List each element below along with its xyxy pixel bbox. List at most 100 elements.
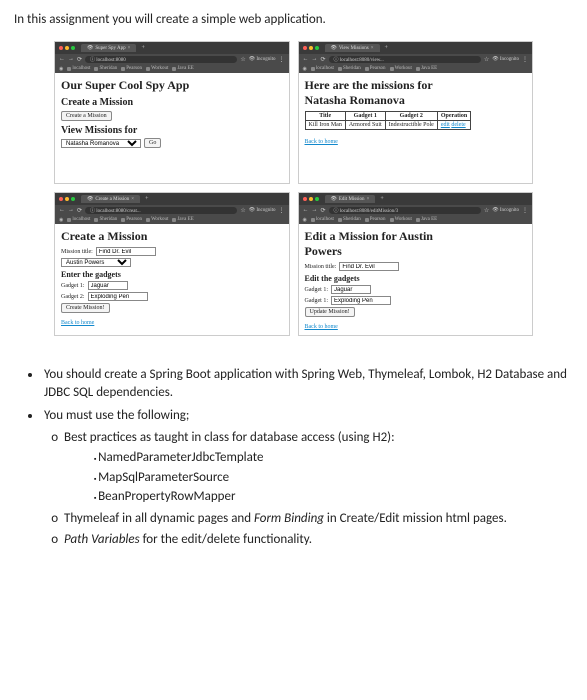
bookmark-item: localhost [311,217,334,222]
bookmark-item: localhost [67,66,90,71]
cell-gadget2: Indestructible Pole [385,121,437,130]
maximize-icon [315,46,319,50]
nav-back-icon: ← [59,207,65,213]
bookmarks-bar: ◉ localhost Sheridan Pearson Workout Jav… [55,64,289,73]
nav-forward-icon: → [68,56,74,62]
screenshot-view-missions: 👁 View Missions × + ← → ⟳ ⓘ localhost:80… [298,41,534,184]
tab-title: Create a Mission [95,197,129,202]
address-bar: ← → ⟳ ⓘ localhost:8080/creat... ☆ 👁 Inco… [55,205,289,215]
bookmark-item: Java EE [172,66,193,71]
incognito-badge: 👁 Incognito [492,56,519,62]
sub-list: Best practices as taught in class for da… [64,429,573,549]
incognito-icon: 👁 [331,196,337,202]
list-item: You must use the following; Best practic… [42,407,573,549]
list-item: BeanPropertyRowMapper [94,488,573,506]
bookmark-item: localhost [67,217,90,222]
edit-link[interactable]: edit [441,122,450,128]
browser-tab: 👁 Edit Mission × [325,195,376,203]
page-content: Create a Mission Mission title: Austin P… [55,224,289,334]
gadget1-label: Gadget 1: [305,287,329,293]
bookmark-item: Sheridan [338,66,361,71]
menu-icon: ⋮ [522,56,528,63]
gadget2-input[interactable] [88,292,148,301]
back-link[interactable]: Back to home [61,320,94,326]
gadget2-label: Gadget 2: [61,294,85,300]
tab-title: Super Spy App [95,46,125,51]
close-icon [59,197,63,201]
minimize-icon [65,197,69,201]
window-titlebar: 👁 Create a Mission × + [55,193,289,205]
page-content: Edit a Mission for AustinPowers Mission … [299,224,533,335]
bookmark-item: Sheridan [94,217,117,222]
apps-icon: ◉ [303,217,307,223]
page-content: Our Super Cool Spy App Create a Mission … [55,73,289,183]
nav-back-icon: ← [303,207,309,213]
update-button[interactable]: Update Mission! [305,307,355,317]
go-button[interactable]: Go [144,138,161,148]
agent-select[interactable]: Austin Powers [61,258,131,267]
create-button[interactable]: Create Mission! [61,303,110,313]
list-item: Thymeleaf in all dynamic pages and Form … [64,510,573,528]
gadget1-input[interactable] [88,281,128,290]
address-bar: ← → ⟳ ⓘ localhost:8080/view... ☆ 👁 Incog… [299,54,533,64]
list-item: NamedParameterJdbcTemplate [94,449,573,467]
incognito-icon: 👁 [87,196,93,202]
mission-title-input[interactable] [339,262,399,271]
bookmark-item: Pearson [121,66,142,71]
window-titlebar: 👁 Edit Mission × + [299,193,533,205]
mission-title-label: Mission title: [61,249,93,255]
bookmarks-bar: ◉ localhost Sheridan Pearson Workout Jav… [55,215,289,224]
mission-title-input[interactable] [96,247,156,256]
th-operation: Operation [437,112,470,121]
new-tab-icon: + [141,45,144,51]
list-item: MapSqlParameterSource [94,469,573,487]
th-gadget1: Gadget 1 [345,112,385,121]
bookmark-item: Pearson [121,217,142,222]
close-icon [59,46,63,50]
window-titlebar: 👁 View Missions × + [299,42,533,54]
nav-forward-icon: → [312,56,318,62]
menu-icon: ⋮ [279,56,285,63]
requirements-list: You should create a Spring Boot applicat… [42,366,573,549]
gadget1-input[interactable] [331,285,371,294]
menu-icon: ⋮ [522,207,528,214]
back-link[interactable]: Back to home [305,139,338,145]
section-heading: View Missions for [61,125,283,136]
bookmark-item: Workout [390,217,412,222]
page-title: Create a Mission [61,229,283,244]
bookmark-item: Java EE [172,217,193,222]
maximize-icon [71,46,75,50]
bookmarks-bar: ◉ localhost Sheridan Pearson Workout Jav… [299,64,533,73]
close-icon [303,197,307,201]
minimize-icon [65,46,69,50]
list-item: Best practices as taught in class for da… [64,429,573,506]
gadgets-heading: Enter the gadgets [61,270,283,279]
delete-link[interactable]: delete [451,122,465,128]
cell-operation: edit delete [437,121,470,130]
screenshot-edit-mission: 👁 Edit Mission × + ← → ⟳ ⓘ localhost:808… [298,192,534,336]
new-tab-icon: + [385,45,388,51]
nav-back-icon: ← [59,56,65,62]
bookmark-item: Java EE [416,217,437,222]
url-field: ⓘ localhost:8080/view... [329,56,481,63]
minimize-icon [309,46,313,50]
create-mission-button[interactable]: Create a Mission [61,111,112,121]
agent-select[interactable]: Natasha Romanova [61,139,141,148]
nav-back-icon: ← [303,56,309,62]
close-icon [303,46,307,50]
page-title: Our Super Cool Spy App [61,78,283,93]
star-icon: ☆ [484,56,489,63]
apps-icon: ◉ [59,217,63,223]
reload-icon: ⟳ [77,56,82,63]
table-header-row: Title Gadget 1 Gadget 2 Operation [305,112,471,121]
maximize-icon [315,197,319,201]
gadget2-input[interactable] [331,296,391,305]
new-tab-icon: + [145,196,148,202]
reload-icon: ⟳ [321,56,326,63]
browser-tab: 👁 Create a Mission × [81,195,140,203]
mission-title-label: Mission title: [305,264,337,270]
window-titlebar: 👁 Super Spy App × + [55,42,289,54]
sub-sub-list: NamedParameterJdbcTemplate MapSqlParamet… [94,449,573,506]
back-link[interactable]: Back to home [305,324,338,330]
reload-icon: ⟳ [77,207,82,214]
